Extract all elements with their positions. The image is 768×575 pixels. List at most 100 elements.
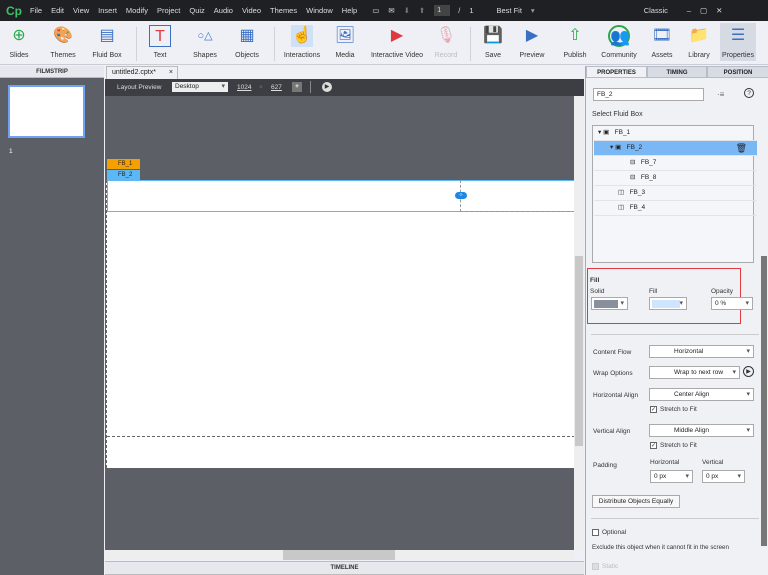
preview-button[interactable]: ▶ Preview [516, 25, 548, 59]
objects-button[interactable]: ▦ Objects [232, 25, 262, 59]
distribute-objects-button[interactable]: Distribute Objects Equally [592, 495, 680, 508]
slide-canvas[interactable]: ‹› [106, 180, 575, 468]
tree-label: FB_3 [629, 189, 646, 196]
add-breakpoint-icon[interactable]: + [292, 82, 302, 92]
community-button[interactable]: 👥 Community [598, 25, 640, 59]
arrow-up-icon[interactable]: ⬆ [419, 6, 425, 15]
tree-item-fb3[interactable]: ◫ FB_3 [594, 186, 757, 201]
zoom-select[interactable]: Best Fit [496, 6, 521, 15]
trash-icon[interactable]: 🗑 [736, 141, 747, 155]
menu-quiz[interactable]: Quiz [189, 6, 204, 15]
menu-view[interactable]: View [73, 6, 89, 15]
static-checkbox[interactable]: Static [592, 563, 618, 570]
close-icon[interactable]: ✕ [716, 6, 722, 15]
interactions-button[interactable]: ☝ Interactions [282, 25, 322, 59]
content-flow-select[interactable]: Horizontal [649, 345, 754, 358]
play-icon[interactable]: ▶ [322, 82, 332, 92]
menu-help[interactable]: Help [342, 6, 357, 15]
menu-video[interactable]: Video [242, 6, 261, 15]
library-button[interactable]: 📁 Library [684, 25, 714, 59]
checkbox-checked[interactable]: ✓ [650, 442, 657, 449]
panel-scrollbar[interactable] [761, 256, 767, 546]
tab-position[interactable]: POSITION [707, 66, 768, 78]
media-button[interactable]: 🖼 Media [330, 25, 360, 59]
name-field[interactable]: FB_2 [593, 88, 704, 101]
maximize-icon[interactable]: ▢ [700, 6, 707, 15]
help-icon[interactable]: ? [744, 88, 754, 98]
document-tab[interactable]: untitled2.cptx* × [106, 66, 178, 79]
vertical-scrollbar[interactable] [574, 96, 584, 550]
device-select[interactable]: Desktop [172, 82, 228, 92]
stretch-to-fit-checkbox-2[interactable]: ✓ Stretch to Fit [650, 442, 697, 449]
timeline-title[interactable]: TIMELINE [105, 561, 584, 575]
divider [274, 27, 275, 61]
layout-preview-label: Layout Preview [117, 84, 162, 91]
resize-handle-icon[interactable]: ‹› [455, 192, 467, 199]
menu-edit[interactable]: Edit [51, 6, 64, 15]
padding-horizontal-label: Horizontal [650, 459, 680, 466]
menu-window[interactable]: Window [306, 6, 333, 15]
slide-thumbnail[interactable] [8, 85, 85, 138]
fb2-label[interactable]: FB_2 [107, 170, 140, 180]
opacity-field[interactable]: 0 % [711, 297, 753, 310]
padding-vertical-field[interactable]: 0 px [702, 470, 745, 483]
checkbox-disabled[interactable] [592, 563, 599, 570]
shapes-button[interactable]: ○△ Shapes [190, 25, 220, 59]
list-options-icon[interactable]: ·≡ [717, 90, 724, 99]
height-input[interactable]: 627 [271, 84, 282, 91]
properties-button[interactable]: ☰ Properties [720, 23, 756, 61]
tab-timing[interactable]: TIMING [647, 66, 707, 78]
menu-modify[interactable]: Modify [126, 6, 148, 15]
tree-item-fb8[interactable]: ⊟ FB_8 [594, 171, 757, 186]
horizontal-scrollbar[interactable] [105, 550, 574, 560]
tab-properties[interactable]: PROPERTIES [586, 66, 647, 78]
mail-icon[interactable]: ✉ [388, 6, 394, 15]
fill-color-picker[interactable] [649, 297, 687, 310]
record-button[interactable]: 🎙 Record [432, 25, 460, 59]
menu-audio[interactable]: Audio [214, 6, 233, 15]
app-logo: Cp [6, 3, 22, 18]
themes-button[interactable]: 🎨 Themes [46, 25, 80, 59]
arrow-down-icon[interactable]: ⬇ [404, 6, 410, 15]
padding-horizontal-field[interactable]: 0 px [650, 470, 693, 483]
select-fluid-box-label: Select Fluid Box [592, 111, 643, 118]
times-sign: × [259, 84, 263, 91]
menu-file[interactable]: File [30, 6, 42, 15]
play-icon[interactable]: ▶ [743, 366, 754, 377]
save-button[interactable]: 💾 Save [480, 25, 506, 59]
close-tab-icon[interactable]: × [169, 67, 173, 79]
tree-item-fb2[interactable]: ▾ ▣ FB_2 🗑 [594, 141, 757, 156]
solid-swatch [594, 300, 618, 308]
stretch-to-fit-checkbox-1[interactable]: ✓ Stretch to Fit [650, 406, 697, 413]
minimize-icon[interactable]: – [687, 6, 691, 15]
checkbox-checked[interactable]: ✓ [650, 406, 657, 413]
fluid-box-child[interactable] [460, 180, 575, 212]
tree-item-fb7[interactable]: ⊟ FB_7 [594, 156, 757, 171]
tree-item-fb1[interactable]: ▾ ▣ FB_1 [594, 126, 757, 141]
menu-themes[interactable]: Themes [270, 6, 297, 15]
page-total: 1 [469, 6, 474, 15]
publish-button[interactable]: ⇧ Publish [560, 25, 590, 59]
text-button[interactable]: T Text [146, 25, 174, 59]
assets-button[interactable]: 🎞 Assets [648, 25, 676, 59]
optional-checkbox[interactable]: Optional [592, 529, 626, 536]
solid-color-picker[interactable] [591, 297, 628, 310]
fluid-box-button[interactable]: ▤ Fluid Box [90, 25, 124, 59]
checkbox-unchecked[interactable] [592, 529, 599, 536]
menu-insert[interactable]: Insert [98, 6, 117, 15]
media-label: Media [335, 52, 355, 59]
wrap-options-select[interactable]: Wrap to next row [649, 366, 740, 379]
interactive-video-button[interactable]: ▶ Interactive Video [370, 25, 424, 59]
page-number-input[interactable]: 1 [434, 5, 451, 16]
publish-label: Publish [563, 52, 587, 59]
fb1-label[interactable]: FB_1 [107, 159, 140, 169]
workspace-select[interactable]: Classic [644, 6, 668, 15]
menu-project[interactable]: Project [157, 6, 180, 15]
horizontal-align-select[interactable]: Center Align [649, 388, 754, 401]
monitor-icon[interactable]: ▭ [372, 6, 379, 15]
tree-item-fb4[interactable]: ◫ FB_4 [594, 201, 757, 216]
vertical-align-select[interactable]: Middle Align [649, 424, 754, 437]
width-input[interactable]: 1024 [237, 84, 251, 91]
divider [591, 518, 759, 519]
slides-button[interactable]: ⊕ Slides [4, 25, 34, 59]
